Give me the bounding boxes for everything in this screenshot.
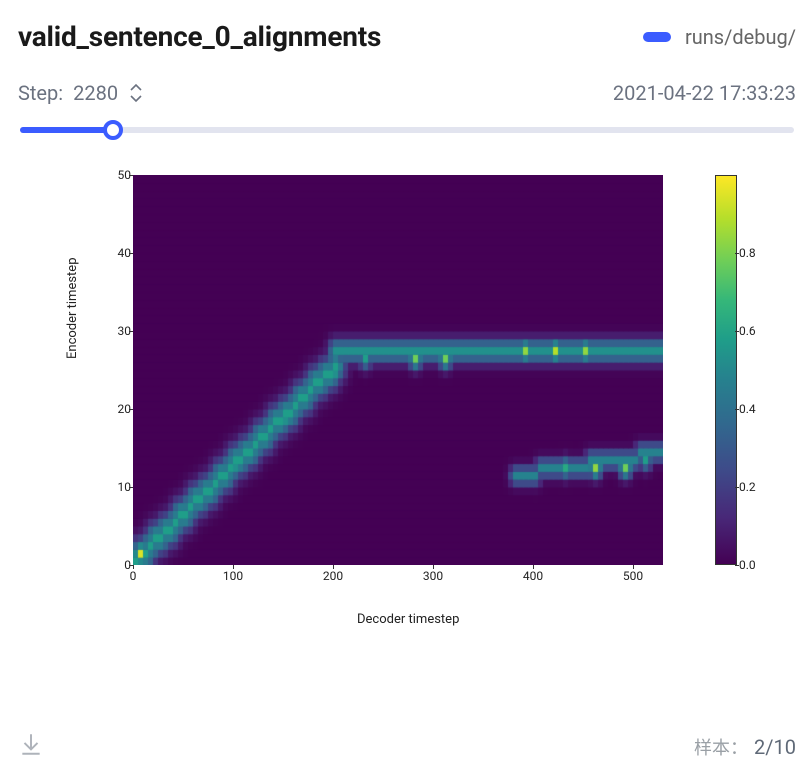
heatmap-canvas xyxy=(133,175,663,565)
slider-fill xyxy=(20,127,113,133)
slider-track xyxy=(20,127,794,133)
page-title: valid_sentence_0_alignments xyxy=(18,20,381,53)
sample-counter: 样本： 2/10 xyxy=(694,734,796,760)
sample-sep: / xyxy=(765,735,773,759)
header: valid_sentence_0_alignments runs/debug/ xyxy=(18,20,796,53)
download-icon[interactable] xyxy=(18,731,44,762)
step-display[interactable]: Step: 2280 xyxy=(18,81,144,105)
sample-current: 2 xyxy=(754,735,765,759)
slider-thumb[interactable] xyxy=(103,120,123,140)
footer: 样本： 2/10 xyxy=(18,731,796,762)
heatmap-plot xyxy=(133,175,663,565)
step-timestamp: 2021-04-22 17:33:23 xyxy=(613,81,796,105)
step-value: 2280 xyxy=(73,81,118,105)
x-axis-label: Decoder timestep xyxy=(357,612,459,627)
step-slider[interactable] xyxy=(20,119,794,139)
colorbar-ticks: 0.00.20.40.60.8 xyxy=(739,175,757,565)
y-axis-ticks: 01020304050 xyxy=(101,175,131,565)
sample-label: 样本： xyxy=(694,734,748,760)
step-sort-icon[interactable] xyxy=(128,83,144,103)
chart: Encoder timestep Decoder timestep 010203… xyxy=(18,169,796,629)
y-axis-label: Encoder timestep xyxy=(65,257,80,359)
sample-total: 10 xyxy=(774,735,796,759)
run-color-swatch xyxy=(643,32,671,42)
run-name: runs/debug/ xyxy=(685,25,796,49)
step-prefix: Step: xyxy=(18,81,63,105)
colorbar xyxy=(715,175,737,565)
step-row: Step: 2280 2021-04-22 17:33:23 xyxy=(18,81,796,105)
run-tag[interactable]: runs/debug/ xyxy=(643,25,796,49)
